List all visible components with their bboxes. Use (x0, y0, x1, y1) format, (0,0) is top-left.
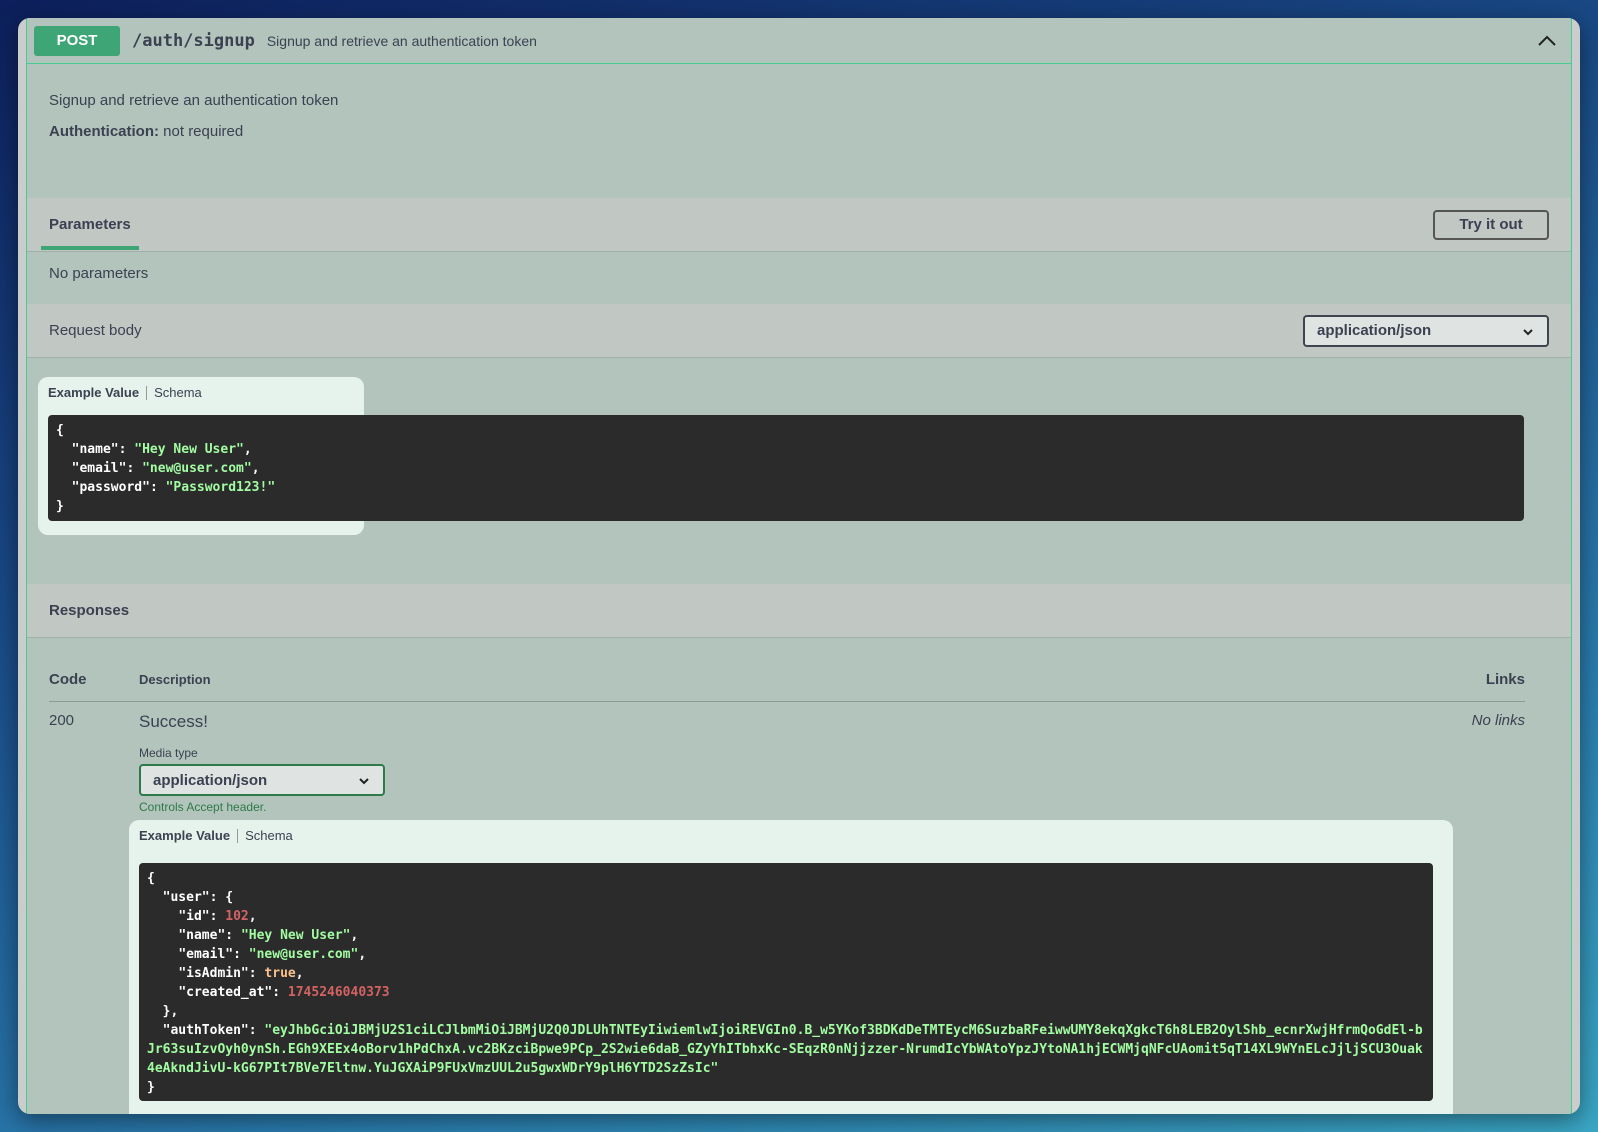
tab-divider (146, 385, 148, 400)
authentication-value: not required (163, 123, 244, 140)
response-code: 200 (49, 712, 75, 729)
http-method-badge: POST (34, 25, 120, 56)
tab-schema[interactable]: Schema (154, 385, 202, 400)
active-tab-indicator (41, 245, 139, 250)
responses-table: Code Description Links 200 Success! No l… (49, 658, 1525, 1114)
operation-summary[interactable]: POST /auth/signup Signup and retrieve an… (27, 18, 1571, 64)
column-code: Code (49, 671, 87, 688)
request-body-label: Request body (49, 322, 142, 339)
response-example-tabs: Example Value Schema (129, 820, 1453, 851)
operation-description: Signup and retrieve an authentication to… (27, 64, 1571, 198)
request-example-code: { "name": "Hey New User", "email": "new@… (48, 415, 1524, 521)
response-media-type-value: application/json (153, 771, 268, 789)
tab-parameters[interactable]: Parameters (41, 198, 139, 252)
request-content-type-value: application/json (1317, 322, 1432, 339)
responses-label: Responses (49, 602, 130, 619)
response-media-type-select[interactable]: application/json (139, 764, 385, 796)
responses-header: Responses (27, 584, 1571, 638)
controls-accept-note: Controls Accept header. (139, 800, 267, 814)
try-it-out-button[interactable]: Try it out (1433, 209, 1549, 240)
response-example-panel: Example Value Schema { "user": { "id": 1… (129, 820, 1453, 1114)
request-content-type-select[interactable]: application/json (1303, 314, 1549, 347)
tab-example-value[interactable]: Example Value (48, 385, 139, 400)
response-description: Success! (139, 712, 208, 731)
media-type-label: Media type (139, 746, 198, 760)
responses-table-header: Code Description Links (49, 658, 1525, 702)
browser-window: POST /auth/signup Signup and retrieve an… (18, 18, 1580, 1114)
table-row: 200 Success! No links Media type applica… (49, 702, 1525, 1114)
tab-divider (237, 828, 239, 843)
request-body-header: Request body application/json (27, 304, 1571, 358)
no-parameters-text: No parameters (49, 265, 149, 282)
chevron-down-icon (1523, 328, 1533, 335)
column-description: Description (139, 672, 211, 687)
authentication-line: Authentication: not required (49, 123, 1549, 140)
tab-parameters-label: Parameters (49, 216, 131, 233)
response-links: No links (1471, 712, 1525, 729)
operation-block: POST /auth/signup Signup and retrieve an… (26, 18, 1572, 1114)
description-text: Signup and retrieve an authentication to… (49, 92, 339, 109)
chevron-up-icon[interactable] (1535, 29, 1559, 53)
endpoint-summary: Signup and retrieve an authentication to… (266, 32, 537, 49)
response-example-code: { "user": { "id": 102, "name": "Hey New … (139, 863, 1433, 1101)
column-links: Links (1485, 671, 1525, 688)
authentication-label: Authentication: (49, 123, 159, 140)
endpoint-path: /auth/signup (132, 30, 255, 51)
request-example-tabs: Example Value Schema (38, 377, 364, 408)
parameters-header: Parameters Try it out (27, 198, 1571, 252)
chevron-down-icon (359, 778, 369, 785)
tab-example-value[interactable]: Example Value (139, 828, 230, 843)
tab-schema[interactable]: Schema (245, 828, 293, 843)
